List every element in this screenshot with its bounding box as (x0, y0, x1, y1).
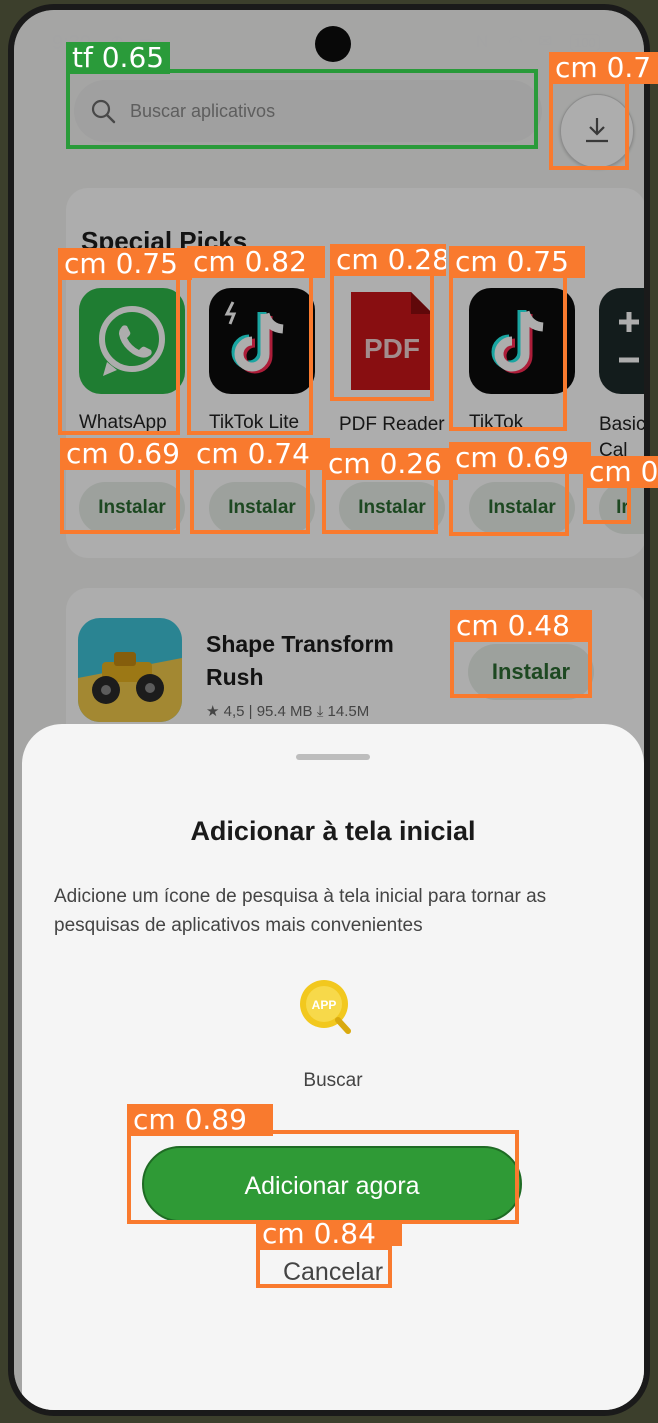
detection-label: cm 0.75 (449, 246, 585, 278)
detection-box-add-now (127, 1130, 519, 1224)
detection-label: cm 0.84 (256, 1222, 402, 1246)
detection-box-pdf-reader (330, 269, 434, 401)
detection-label: cm 0.75 (58, 248, 192, 280)
detection-label: cm 0.7 (549, 52, 658, 84)
detection-label: cm 0.74 (190, 438, 330, 470)
detection-label: cm 0.69 (449, 442, 591, 474)
detection-label: cm 0.48 (450, 610, 592, 642)
sheet-title: Adicionar à tela inicial (190, 816, 476, 846)
detection-box-whatsapp (58, 271, 180, 435)
detection-box-search-field (66, 69, 538, 149)
detection-label: cm 0.82 (187, 246, 325, 278)
app-badge-text: APP (312, 998, 337, 1012)
detection-box-install-pdf-reader (322, 474, 438, 534)
detection-label: cm 0.26 (322, 448, 458, 480)
detection-box-tiktok (449, 271, 567, 431)
detection-label: cm 0.89 (127, 1104, 273, 1136)
detection-box-download (549, 78, 629, 170)
detection-box-open-calculator (583, 482, 631, 524)
app-search-icon: APP (300, 980, 351, 1034)
detection-box-install-game (450, 636, 592, 698)
detection-box-install-whatsapp (60, 466, 180, 534)
sheet-description: Adicione um ícone de pesquisa à tela ini… (54, 886, 547, 936)
sheet-drag-handle[interactable] (296, 754, 370, 760)
add-to-home-sheet: Adicionar à tela inicial Adicione um íco… (22, 724, 644, 1410)
detection-box-install-tiktok-lite (190, 466, 310, 534)
detection-box-tiktok-lite (187, 271, 313, 435)
detection-box-install-tiktok (449, 470, 569, 536)
detection-label: cm 0.69 (60, 438, 200, 470)
detection-box-cancel (256, 1246, 392, 1288)
detection-label: cm 0.28 (330, 244, 446, 276)
detection-label: tf 0.65 (66, 42, 171, 74)
detection-label: cm 0 (583, 456, 658, 488)
search-shortcut-label: Buscar (303, 1070, 363, 1091)
